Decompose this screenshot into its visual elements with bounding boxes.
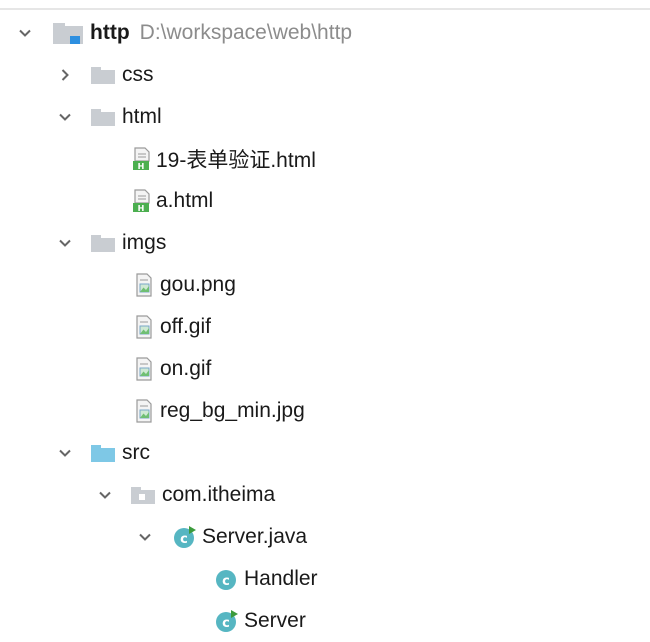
html-file-icon: H xyxy=(132,188,152,214)
tree-node-class-handler[interactable]: c Handler xyxy=(0,558,650,600)
tree-node-file-image-1[interactable]: gou.png xyxy=(0,264,650,306)
chevron-down-icon[interactable] xyxy=(14,22,36,44)
folder-icon xyxy=(90,233,116,253)
image-file-icon xyxy=(134,398,154,424)
tree-node-file-html-2[interactable]: H a.html xyxy=(0,180,650,222)
project-folder-icon xyxy=(52,20,86,46)
svg-text:H: H xyxy=(138,204,145,213)
root-path: D:\workspace\web\http xyxy=(139,21,353,44)
top-divider xyxy=(0,8,650,10)
tree-node-label: Server xyxy=(244,609,306,632)
chevron-right-icon[interactable] xyxy=(54,64,76,86)
tree-node-imgs[interactable]: imgs xyxy=(0,222,650,264)
tree-node-java-file[interactable]: c Server.java xyxy=(0,516,650,558)
tree-node-html[interactable]: html xyxy=(0,96,650,138)
tree-node-src[interactable]: src xyxy=(0,432,650,474)
tree-node-file-image-2[interactable]: off.gif xyxy=(0,306,650,348)
root-name: http xyxy=(90,21,130,44)
chevron-down-icon[interactable] xyxy=(54,442,76,464)
java-class-icon: c xyxy=(214,566,240,592)
svg-text:c: c xyxy=(222,574,230,589)
html-file-icon: H xyxy=(132,146,152,172)
source-folder-icon xyxy=(90,443,116,463)
chevron-down-icon[interactable] xyxy=(94,484,116,506)
project-tree: http D:\workspace\web\http css html H 19… xyxy=(0,12,650,642)
tree-node-label: on.gif xyxy=(160,357,212,380)
tree-node-label: css xyxy=(122,63,154,86)
svg-text:H: H xyxy=(138,162,145,171)
tree-node-label: com.itheima xyxy=(162,483,276,506)
tree-node-label: a.html xyxy=(156,189,214,212)
tree-node-label: off.gif xyxy=(160,315,211,338)
chevron-down-icon[interactable] xyxy=(54,106,76,128)
tree-node-label: src xyxy=(122,441,150,464)
tree-node-label: html xyxy=(122,105,162,128)
tree-node-root-http[interactable]: http D:\workspace\web\http xyxy=(0,12,650,54)
tree-node-file-image-3[interactable]: on.gif xyxy=(0,348,650,390)
tree-node-label: gou.png xyxy=(160,273,236,296)
image-file-icon xyxy=(134,314,154,340)
java-class-runnable-icon: c xyxy=(214,608,240,634)
tree-node-file-html-1[interactable]: H 19-表单验证.html xyxy=(0,138,650,180)
java-class-runnable-icon: c xyxy=(172,524,198,550)
image-file-icon xyxy=(134,356,154,382)
tree-node-css[interactable]: css xyxy=(0,54,650,96)
tree-node-class-server[interactable]: c Server xyxy=(0,600,650,642)
tree-node-label: Handler xyxy=(244,567,318,590)
tree-node-label: Server.java xyxy=(202,525,308,548)
tree-node-file-image-4[interactable]: reg_bg_min.jpg xyxy=(0,390,650,432)
tree-node-label: 19-表单验证.html xyxy=(156,149,316,172)
svg-text:c: c xyxy=(222,616,230,631)
package-icon xyxy=(130,485,156,505)
image-file-icon xyxy=(134,272,154,298)
chevron-down-icon[interactable] xyxy=(134,526,156,548)
tree-node-package[interactable]: com.itheima xyxy=(0,474,650,516)
folder-icon xyxy=(90,107,116,127)
chevron-down-icon[interactable] xyxy=(54,232,76,254)
svg-text:c: c xyxy=(180,532,188,547)
tree-node-label: imgs xyxy=(122,231,167,254)
folder-icon xyxy=(90,65,116,85)
tree-node-label: reg_bg_min.jpg xyxy=(160,399,305,422)
